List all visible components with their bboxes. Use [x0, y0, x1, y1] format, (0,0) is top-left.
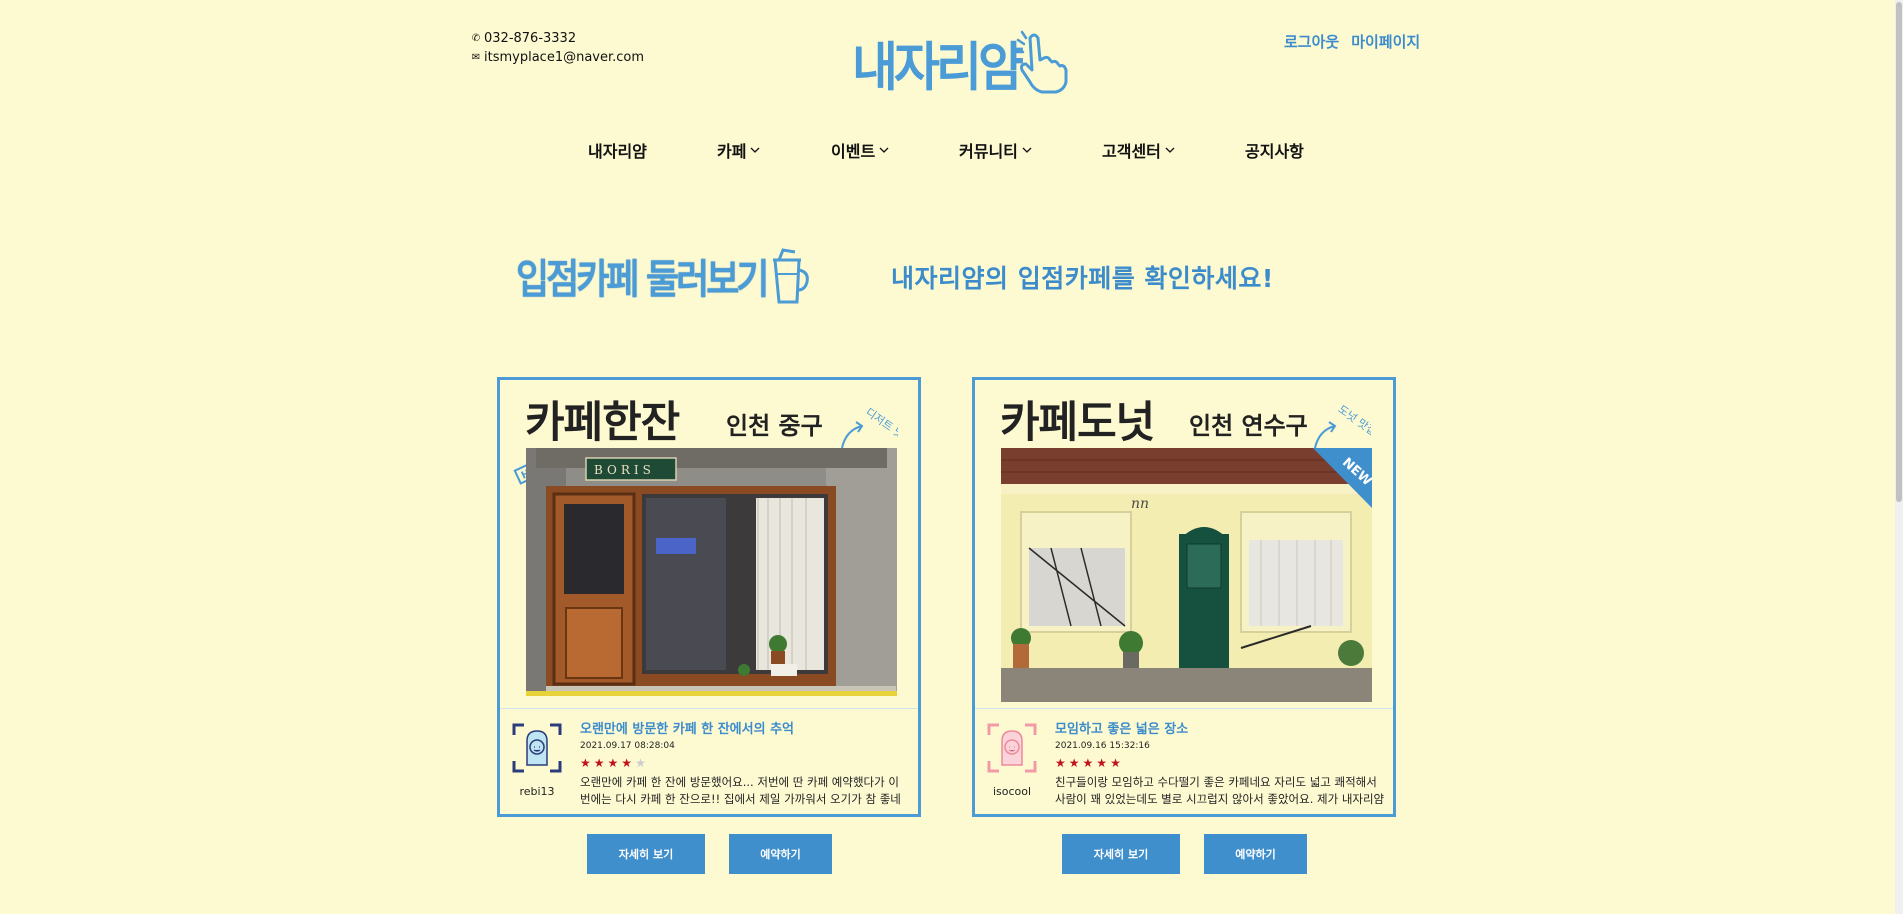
pointing-hand-icon	[1014, 30, 1068, 94]
svg-text:BORIS: BORIS	[594, 463, 655, 477]
section-badge-text: 입점카페 둘러보기	[516, 256, 769, 303]
star-icon: ★	[580, 756, 594, 770]
nav-item-event[interactable]: 이벤트	[831, 138, 890, 162]
chevron-down-icon	[1165, 147, 1175, 153]
logo-text: 내자리얌	[852, 36, 1024, 98]
phone-icon: ✆	[471, 33, 481, 44]
nav-item-cafe[interactable]: 카페	[717, 138, 761, 162]
cafe-card[interactable]: 카페도넛 인천 연수구 도넛 맛집 nn NEW isocool 모임하고 좋은…	[972, 377, 1396, 817]
contact-info: ✆ 032-876-3332 ✉ itsmyplace1@naver.com	[471, 29, 644, 67]
email-row: ✉ itsmyplace1@naver.com	[471, 48, 644, 67]
svg-text:nn: nn	[1131, 496, 1149, 512]
tag-arrow-icon: 디저트 맛	[841, 406, 898, 449]
scrollbar-thumb[interactable]	[1896, 2, 1902, 502]
cafe-location: 인천 연수구	[1189, 412, 1308, 440]
star-icon: ★	[607, 756, 622, 770]
nav-label: 내자리얌	[588, 142, 647, 161]
reviewer-avatar	[512, 723, 562, 773]
chevron-down-icon	[1022, 147, 1032, 153]
detail-button[interactable]: 자세히 보기	[1062, 834, 1180, 874]
cafe-card[interactable]: 카페한잔 인천 중구 디저트 맛 HOT BORIS	[497, 377, 921, 817]
card-divider	[975, 708, 1393, 709]
nav-label: 커뮤니티	[959, 142, 1018, 161]
review-date: 2021.09.17 08:28:04	[580, 741, 675, 751]
star-icon: ★	[1082, 756, 1097, 770]
review-rating: ★★★★★	[1055, 756, 1124, 770]
site-logo[interactable]: 내자리얌	[852, 30, 1072, 98]
star-icon: ★	[593, 756, 608, 770]
account-links: 로그아웃 마이페이지	[1284, 31, 1420, 52]
reviewer-avatar	[987, 723, 1037, 773]
cafe-location: 인천 중구	[726, 412, 823, 440]
star-icon: ★	[621, 756, 636, 770]
star-icon: ★	[1068, 756, 1083, 770]
cup-icon	[772, 248, 809, 304]
cafe-name: 카페한잔	[525, 398, 680, 448]
tag-arrow-icon: 도넛 맛집	[1314, 403, 1371, 449]
nav-item-community[interactable]: 커뮤니티	[959, 138, 1033, 162]
nav-item-support[interactable]: 고객센터	[1102, 138, 1176, 162]
cafe-photo: nn NEW	[1001, 448, 1372, 702]
chevron-down-icon	[879, 147, 889, 153]
nav-item-home[interactable]: 내자리얌	[588, 138, 647, 162]
review-text: 오랜만에 카페 한 잔에 방문했어요... 저번에 딴 카페 예약했다가 이 번…	[580, 775, 901, 806]
reserve-button[interactable]: 예약하기	[729, 834, 832, 874]
nav-label: 카페	[717, 142, 747, 161]
review-title[interactable]: 오랜만에 방문한 카페 한 잔에서의 추억	[580, 718, 794, 737]
review-title[interactable]: 모임하고 좋은 넓은 장소	[1055, 718, 1188, 737]
nav-label: 고객센터	[1102, 142, 1161, 161]
review-rating: ★★★★★	[580, 756, 649, 770]
star-icon: ★	[1055, 756, 1069, 770]
main-nav: 내자리얌 카페 이벤트 커뮤니티 고객센터 공지사항	[0, 138, 1903, 162]
review-text: 친구들이랑 모임하고 수다떨기 좋은 카페네요 자리도 넓고 쾌적해서 사람이 …	[1055, 775, 1385, 806]
logout-link[interactable]: 로그아웃	[1284, 31, 1339, 52]
cafe-name: 카페도넛	[1000, 398, 1155, 448]
card-divider	[500, 708, 918, 709]
chevron-down-icon	[750, 147, 760, 153]
star-icon: ★	[1096, 756, 1111, 770]
nav-label: 공지사항	[1245, 142, 1304, 161]
nav-item-notice[interactable]: 공지사항	[1245, 138, 1304, 162]
page-scrollbar[interactable]	[1895, 0, 1903, 914]
nav-label: 이벤트	[831, 142, 876, 161]
detail-button[interactable]: 자세히 보기	[587, 834, 705, 874]
cafe-tag: 디저트 맛	[863, 406, 898, 442]
star-empty-icon: ★	[635, 756, 649, 770]
review-date: 2021.09.16 15:32:16	[1055, 741, 1150, 751]
mypage-link[interactable]: 마이페이지	[1351, 31, 1420, 52]
phone-number: 032-876-3332	[484, 31, 577, 46]
phone-row: ✆ 032-876-3332	[471, 29, 644, 48]
section-subtitle: 내자리얌의 입점카페를 확인하세요!	[891, 264, 1274, 293]
star-icon: ★	[1110, 756, 1124, 770]
section-badge: 입점카페 둘러보기	[516, 246, 811, 306]
cafe-photo: BORIS	[526, 448, 897, 696]
mail-icon: ✉	[471, 52, 481, 63]
reviewer-name: rebi13	[519, 785, 555, 798]
reviewer-name: isocool	[992, 785, 1032, 798]
reserve-button[interactable]: 예약하기	[1204, 834, 1307, 874]
cafe-tag: 도넛 맛집	[1336, 403, 1371, 439]
email-address: itsmyplace1@naver.com	[484, 50, 645, 65]
